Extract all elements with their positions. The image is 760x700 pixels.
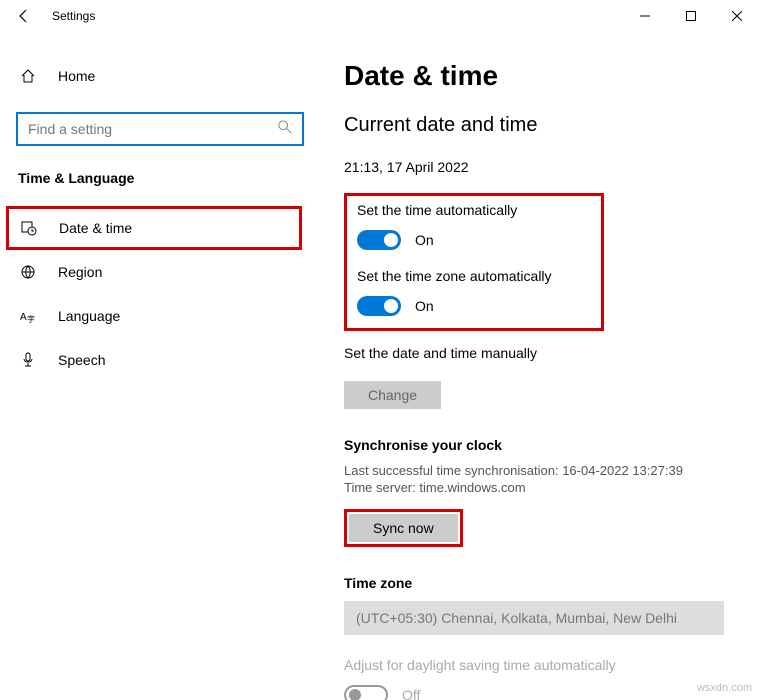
- tz-header: Time zone: [344, 575, 736, 591]
- dst-toggle: [344, 685, 388, 700]
- sidebar-item-speech[interactable]: Speech: [8, 338, 312, 382]
- svg-text:字: 字: [27, 314, 35, 324]
- maximize-button[interactable]: [668, 0, 714, 32]
- sync-last: Last successful time synchronisation: 16…: [344, 463, 736, 478]
- section-header: Time & Language: [8, 170, 312, 186]
- sync-highlight: Sync now: [344, 509, 463, 547]
- auto-time-toggle[interactable]: [357, 230, 401, 250]
- home-label: Home: [58, 68, 95, 84]
- sync-now-button[interactable]: Sync now: [349, 514, 458, 542]
- current-datetime: 21:13, 17 April 2022: [344, 159, 736, 175]
- home-nav[interactable]: Home: [8, 56, 312, 96]
- sidebar-item-label: Date & time: [59, 220, 132, 236]
- calendar-clock-icon: [19, 220, 39, 236]
- globe-icon: [18, 264, 38, 280]
- search-input[interactable]: [28, 121, 278, 137]
- auto-zone-label: Set the time zone automatically: [357, 268, 591, 284]
- manual-label: Set the date and time manually: [344, 345, 736, 361]
- change-button: Change: [344, 381, 441, 409]
- sidebar-item-region[interactable]: Region: [8, 250, 312, 294]
- auto-zone-toggle[interactable]: [357, 296, 401, 316]
- sidebar-item-label: Language: [58, 308, 120, 324]
- sidebar-item-date-time[interactable]: Date & time: [6, 206, 302, 250]
- page-subtitle: Current date and time: [344, 114, 736, 137]
- sidebar-item-label: Region: [58, 264, 102, 280]
- window-title: Settings: [48, 9, 95, 23]
- auto-settings-highlight: Set the time automatically On Set the ti…: [344, 193, 604, 331]
- search-icon: [278, 120, 292, 139]
- microphone-icon: [18, 352, 38, 368]
- svg-text:A: A: [20, 312, 27, 323]
- sync-server: Time server: time.windows.com: [344, 480, 736, 495]
- auto-time-label: Set the time automatically: [357, 202, 591, 218]
- dst-label: Adjust for daylight saving time automati…: [344, 657, 736, 673]
- language-icon: A字: [18, 308, 38, 324]
- sync-header: Synchronise your clock: [344, 437, 736, 453]
- back-button[interactable]: [0, 0, 48, 32]
- home-icon: [18, 68, 38, 84]
- timezone-value: (UTC+05:30) Chennai, Kolkata, Mumbai, Ne…: [356, 610, 677, 626]
- timezone-select: (UTC+05:30) Chennai, Kolkata, Mumbai, Ne…: [344, 601, 724, 635]
- sidebar-item-label: Speech: [58, 352, 105, 368]
- auto-time-state: On: [415, 232, 434, 248]
- watermark: wsxdn.com: [697, 682, 752, 694]
- dst-state: Off: [402, 687, 420, 700]
- close-button[interactable]: [714, 0, 760, 32]
- page-title: Date & time: [344, 60, 736, 92]
- search-box[interactable]: [16, 112, 304, 146]
- auto-zone-state: On: [415, 298, 434, 314]
- minimize-button[interactable]: [622, 0, 668, 32]
- sidebar-item-language[interactable]: A字 Language: [8, 294, 312, 338]
